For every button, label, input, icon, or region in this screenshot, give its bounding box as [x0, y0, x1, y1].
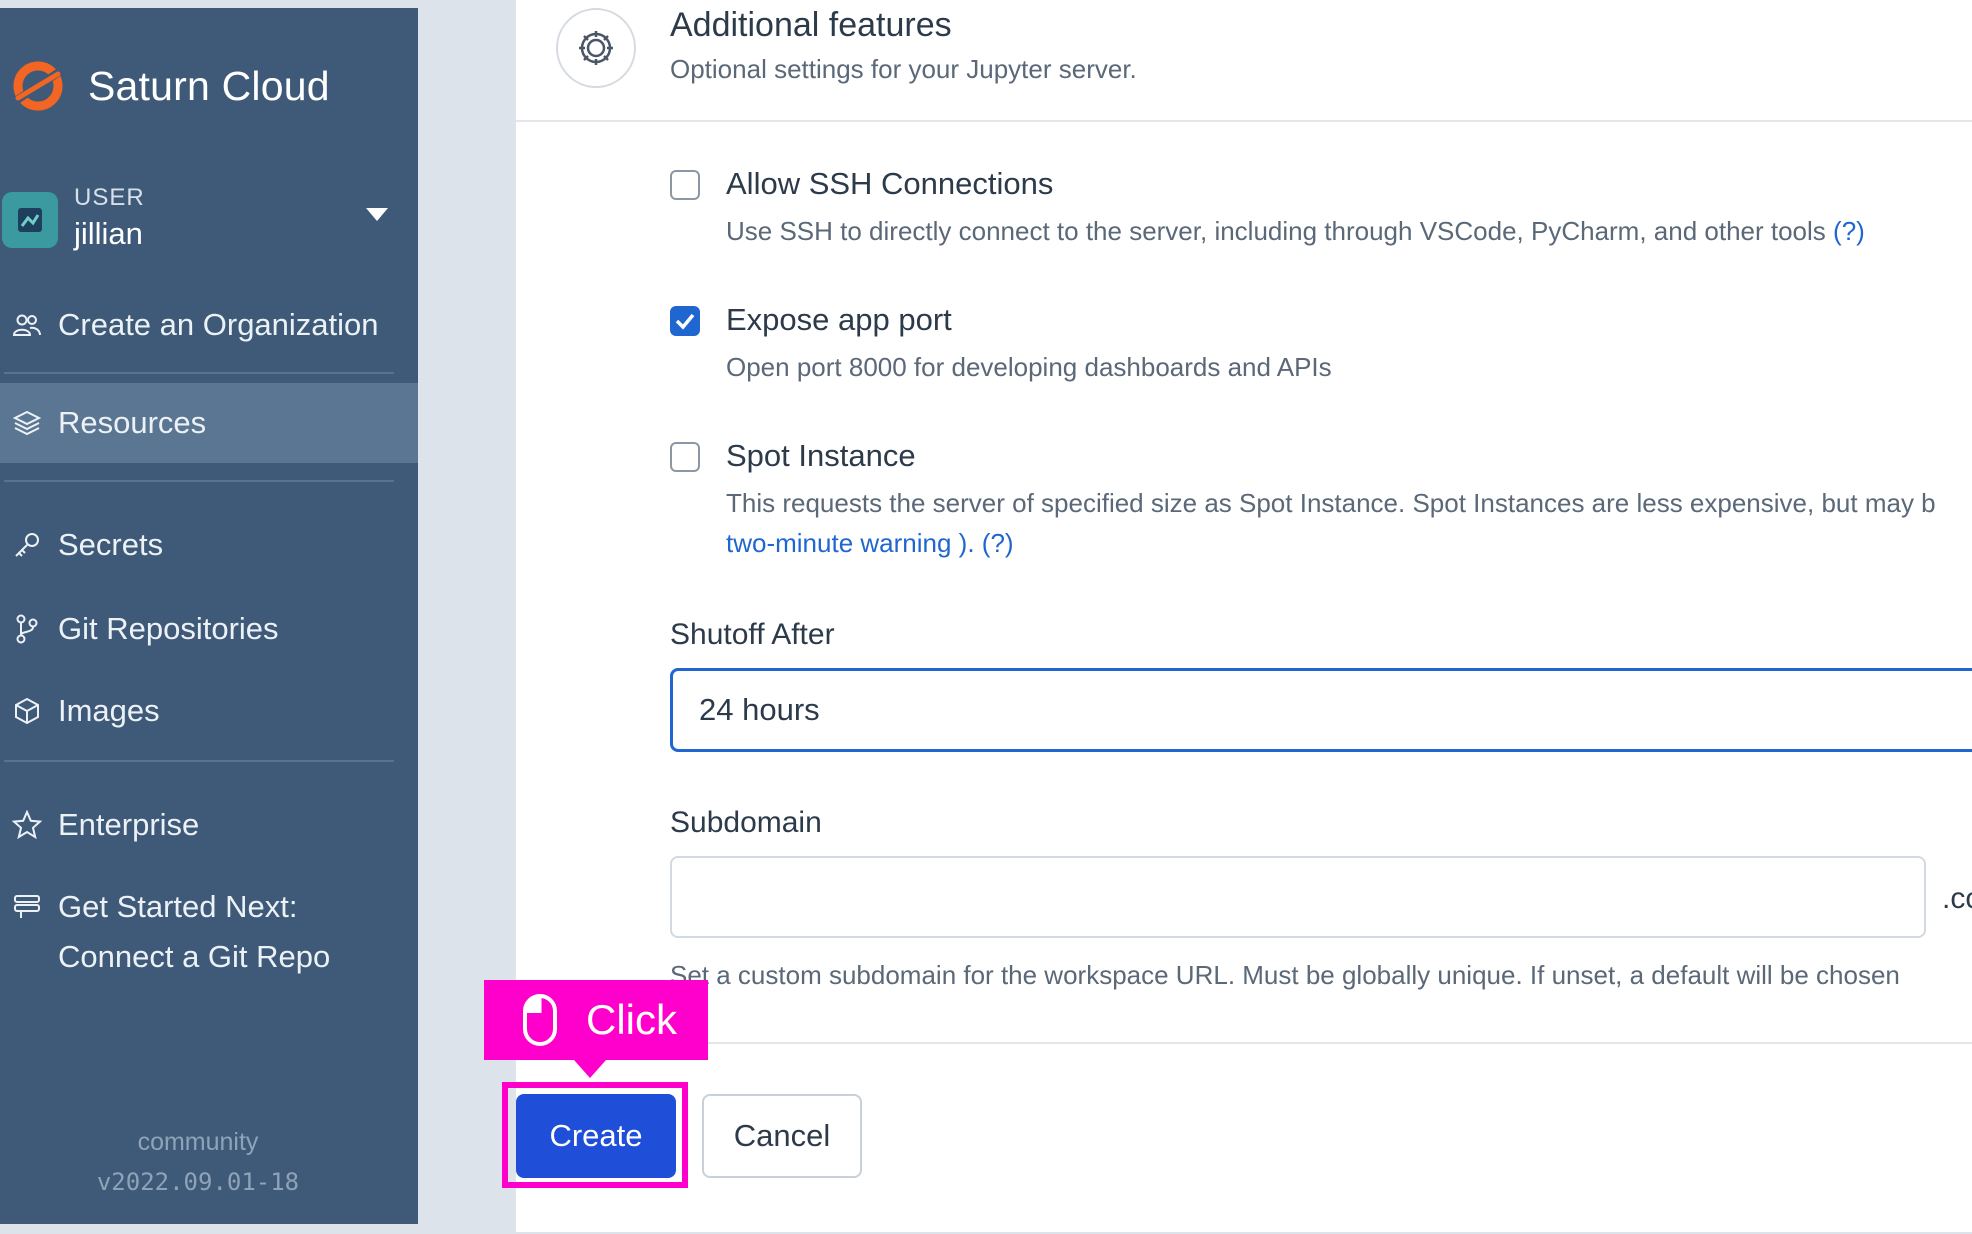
check-icon [675, 313, 695, 330]
option-title: Spot Instance [726, 438, 916, 473]
option-description: Open port 8000 for developing dashboards… [726, 352, 1332, 382]
version-label: v2022.09.01-18 [96, 1168, 300, 1196]
sidebar-item-create-organization[interactable]: Create an Organization [0, 298, 418, 352]
git-branch-icon [12, 614, 42, 644]
user-role: USER [74, 184, 145, 211]
app-name: Saturn Cloud [88, 62, 330, 109]
section-title: Additional features [670, 6, 952, 44]
cancel-button[interactable]: Cancel [702, 1094, 862, 1178]
subdomain-input[interactable] [670, 856, 1926, 938]
app-port-checkbox[interactable] [670, 306, 700, 336]
ssh-help-link[interactable]: (?) [1833, 216, 1865, 246]
sidebar-item-get-started-sub[interactable]: Connect a Git Repo [0, 930, 418, 984]
layers-icon [12, 408, 42, 438]
sidebar-item-label: Secrets [58, 527, 164, 562]
sidebar-item-enterprise[interactable]: Enterprise [0, 798, 418, 852]
sidebar-item-label: Git Repositories [58, 611, 279, 646]
sidebar-item-label: Connect a Git Repo [58, 939, 331, 974]
option-title: Expose app port [726, 302, 952, 337]
sidebar-item-label: Get Started Next: [58, 889, 298, 924]
checklist-icon [12, 892, 42, 922]
tooltip-arrow [574, 1060, 606, 1078]
user-switcher[interactable]: USER jillian [2, 178, 402, 258]
spot-help-link[interactable]: (?) [982, 528, 1014, 558]
click-highlight [502, 1082, 688, 1188]
sidebar-item-label: Images [58, 693, 160, 728]
ssh-checkbox[interactable] [670, 170, 700, 200]
mouse-icon [523, 994, 557, 1046]
shutoff-label: Shutoff After [670, 618, 835, 651]
section-icon [556, 8, 636, 88]
edition-label: community [137, 1128, 259, 1156]
user-name: jillian [74, 216, 143, 251]
saturn-logo-icon [11, 61, 65, 111]
sidebar-item-secrets[interactable]: Secrets [0, 518, 418, 572]
divider [4, 372, 394, 374]
brand[interactable]: Saturn Cloud [8, 56, 330, 116]
sidebar-item-images[interactable]: Images [0, 684, 418, 738]
caret-down-icon[interactable] [366, 208, 388, 221]
subdomain-label: Subdomain [670, 806, 822, 839]
option-description: This requests the server of specified si… [726, 488, 1936, 518]
avatar [2, 192, 58, 248]
box-icon [12, 696, 42, 726]
users-icon [12, 310, 42, 340]
link-suffix: ). [951, 528, 982, 558]
sidebar-item-get-started[interactable]: Get Started Next: [0, 880, 418, 934]
option-description: Use SSH to directly connect to the serve… [726, 216, 1865, 247]
main-panel: Additional features Optional settings fo… [514, 0, 1972, 1232]
click-label: Click [586, 996, 677, 1043]
star-icon [12, 810, 42, 840]
gear-icon [579, 31, 613, 65]
option-description-2: two-minute warning ). (?) [726, 528, 1014, 559]
option-title: Allow SSH Connections [726, 166, 1054, 201]
section-subtitle: Optional settings for your Jupyter serve… [670, 54, 1137, 84]
click-tooltip: Click [484, 980, 708, 1060]
shutoff-select[interactable]: 24 hours [670, 668, 1972, 752]
sidebar: Saturn Cloud USER jillian Create an Orga… [0, 8, 418, 1224]
sidebar-item-label: Enterprise [58, 807, 200, 842]
user-avatar-icon [18, 208, 42, 232]
divider [516, 1042, 1972, 1044]
shutoff-value: 24 hours [699, 692, 820, 727]
divider [4, 480, 394, 482]
sidebar-item-label: Create an Organization [58, 307, 379, 342]
two-minute-warning-link[interactable]: two-minute warning [726, 528, 951, 558]
option-description-text: Use SSH to directly connect to the serve… [726, 216, 1826, 246]
spot-checkbox[interactable] [670, 442, 700, 472]
sidebar-item-git-repositories[interactable]: Git Repositories [0, 602, 418, 656]
sidebar-item-label: Resources [58, 405, 207, 440]
divider [4, 760, 394, 762]
sidebar-item-resources[interactable]: Resources [0, 383, 418, 463]
subdomain-help: Set a custom subdomain for the workspace… [670, 960, 1900, 990]
subdomain-suffix: .co [1942, 882, 1972, 915]
key-icon [12, 530, 42, 560]
divider [516, 120, 1972, 122]
